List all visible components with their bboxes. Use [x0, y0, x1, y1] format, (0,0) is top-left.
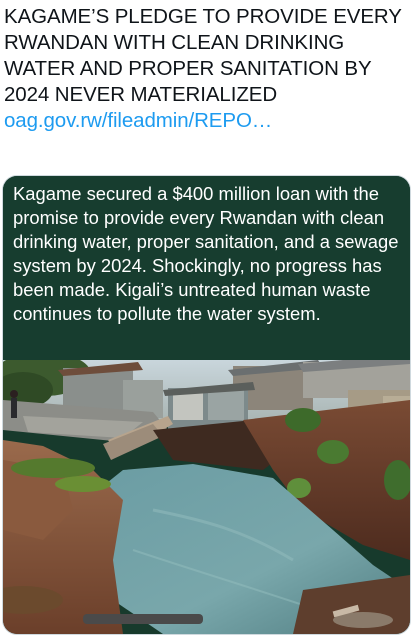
post-headline: KAGAME’S PLEDGE TO PROVIDE EVERY RWANDAN… — [4, 5, 402, 106]
polluted-river-photo[interactable] — [3, 360, 410, 634]
image-caption: Kagame secured a $400 million loan with … — [3, 176, 410, 360]
source-link[interactable]: oag.gov.rw/fileadmin/REPO… — [4, 109, 272, 132]
media-card[interactable]: Kagame secured a $400 million loan with … — [3, 176, 410, 634]
post-text: KAGAME’S PLEDGE TO PROVIDE EVERY RWANDAN… — [4, 4, 408, 134]
